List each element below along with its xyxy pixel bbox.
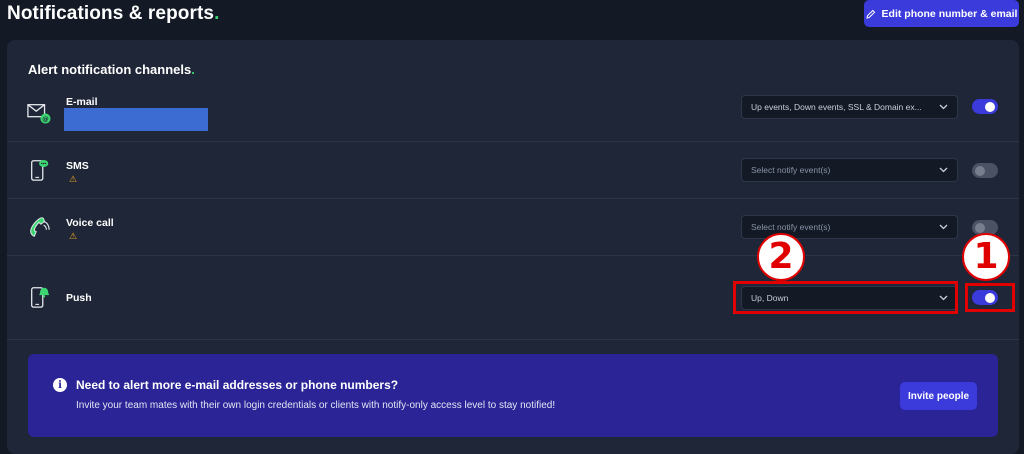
chevron-down-icon (934, 224, 952, 230)
annotation-box-toggle (965, 283, 1015, 312)
section-title: Alert notification channels. (28, 62, 195, 77)
email-event-select[interactable]: Up events, Down events, SSL & Domain ex.… (741, 95, 958, 119)
toggle-knob (985, 101, 995, 112)
warning-icon: ⚠ (69, 231, 78, 241)
pencil-icon (865, 9, 875, 19)
chevron-down-icon (934, 104, 952, 110)
toggle-knob (975, 222, 985, 233)
banner-text: Invite your team mates with their own lo… (76, 400, 556, 411)
annotation-box-select (733, 281, 958, 314)
voice-call-select-value: Select notify event(s) (751, 222, 831, 232)
page-title: Notifications & reports. (7, 3, 220, 24)
email-icon: @ (27, 104, 51, 124)
invite-people-button[interactable]: Invite people (900, 382, 977, 410)
toggle-knob (975, 165, 985, 176)
annotation-number-1: 1 (962, 233, 1010, 281)
sms-toggle[interactable] (972, 163, 998, 178)
voice-call-label: Voice call (66, 217, 114, 229)
section-title-dot: . (191, 62, 195, 77)
title-dot: . (214, 3, 220, 24)
voice-call-icon (30, 217, 50, 237)
email-address-redacted (64, 108, 208, 131)
sms-event-select[interactable]: Select notify event(s) (741, 158, 958, 182)
push-label: Push (66, 292, 92, 304)
edit-button-label: Edit phone number & email (881, 7, 1018, 20)
svg-text:@: @ (42, 115, 48, 123)
chevron-down-icon (934, 167, 952, 173)
email-label: E-mail (66, 96, 98, 108)
annotation-number-2: 2 (757, 233, 805, 281)
info-icon: i (53, 378, 67, 392)
push-device-icon (31, 287, 50, 308)
banner-title: Need to alert more e-mail addresses or p… (76, 378, 399, 392)
warning-icon: ⚠ (69, 174, 78, 184)
email-toggle[interactable] (972, 99, 998, 114)
edit-phone-email-button[interactable]: Edit phone number & email (864, 0, 1019, 27)
sms-select-value: Select notify event(s) (751, 165, 831, 175)
invite-banner (28, 354, 998, 437)
email-select-value: Up events, Down events, SSL & Domain ex.… (751, 102, 922, 112)
sms-phone-icon (31, 160, 49, 181)
sms-label: SMS (66, 160, 89, 172)
